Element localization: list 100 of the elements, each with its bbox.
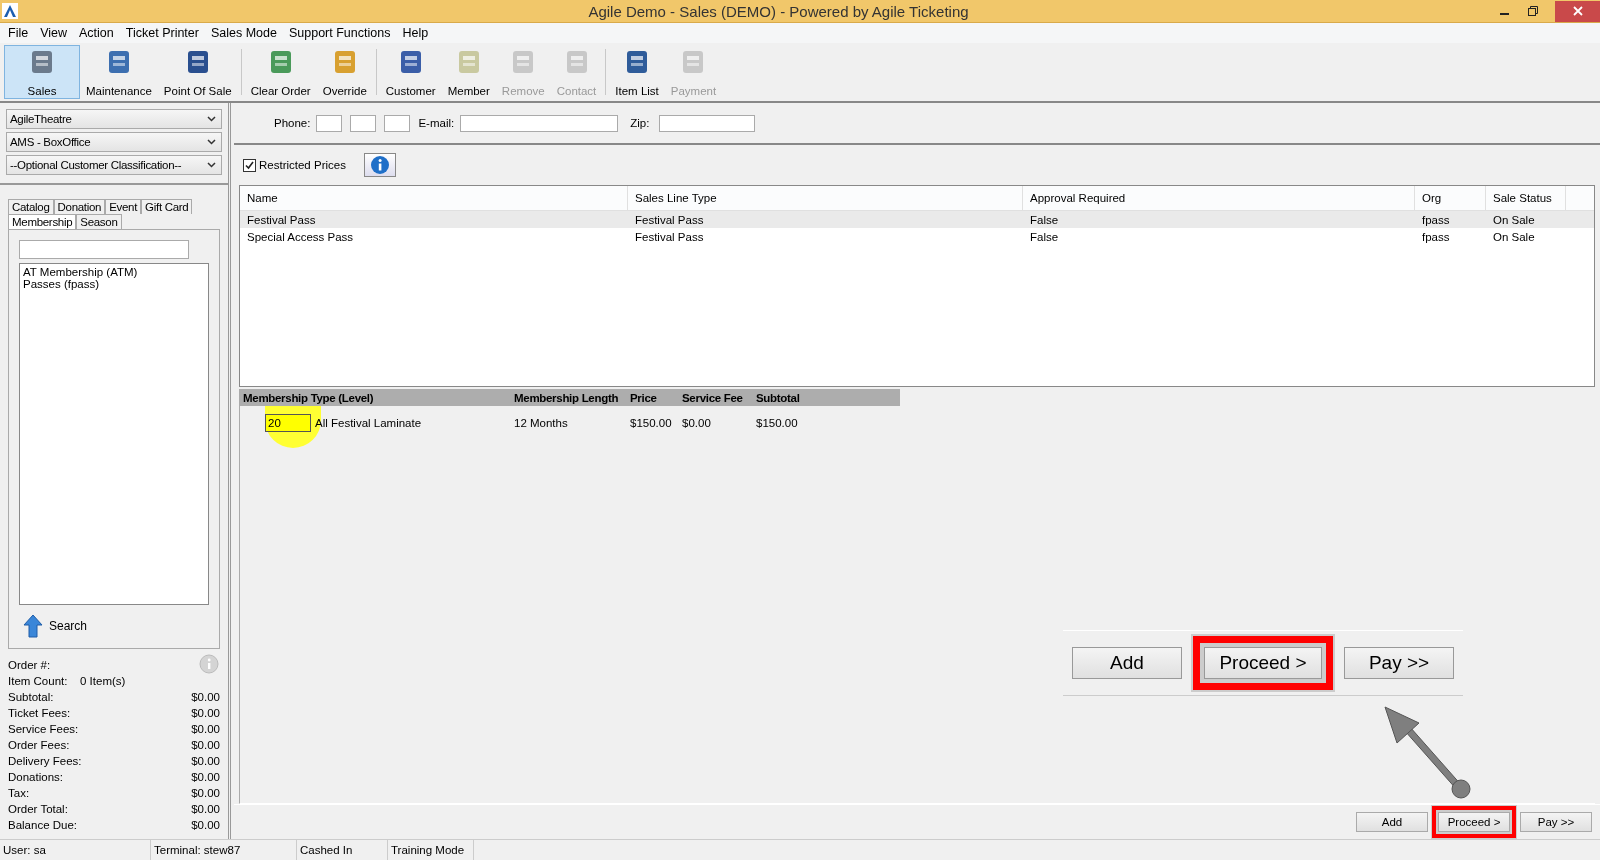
table-cell-text: Festival Pass	[246, 213, 317, 226]
summary-value: $0.00	[191, 803, 220, 815]
phone-field[interactable]	[350, 114, 377, 132]
info-button[interactable]	[363, 153, 396, 177]
chevron-down-icon	[207, 162, 216, 168]
column-header: Price	[630, 391, 658, 404]
zip-field[interactable]	[659, 114, 756, 132]
menu-item[interactable]: Action	[73, 26, 120, 40]
summary-value: $0.00	[191, 723, 220, 735]
table-cell-text: False	[1029, 213, 1060, 226]
table-cell-text: fpass	[1421, 213, 1451, 226]
window-title: Agile Demo - Sales (DEMO) - Powered by Agile Ticketing	[587, 2, 969, 20]
restricted-prices-checkbox[interactable]: Restricted Prices	[243, 158, 346, 172]
summary-value: $0.00	[191, 755, 220, 767]
column-header[interactable]: Org	[1415, 186, 1486, 210]
toolbar-button[interactable]: Sales	[4, 45, 80, 99]
action-button[interactable]: Add	[1356, 812, 1428, 832]
tab[interactable]: Catalog	[8, 199, 54, 214]
table-row[interactable]: Festival Pass Festival Pass False fpass On Sale	[240, 211, 1594, 228]
table-cell-text: $150.00	[756, 417, 799, 429]
table-cell-text: Festival Pass	[634, 213, 705, 226]
up-arrow-icon	[23, 614, 43, 638]
toolbar-button[interactable]: Member	[441, 45, 496, 99]
close-icon	[1572, 6, 1583, 16]
column-header[interactable]: Sales Line Type	[628, 186, 1023, 210]
summary-value: $0.00	[191, 787, 220, 799]
phone-field[interactable]	[316, 114, 343, 132]
status-text: User: sa	[0, 840, 151, 860]
column-header: Service Fee	[682, 391, 744, 404]
email-field[interactable]	[460, 114, 619, 132]
column-header: Membership Type (Level)	[242, 391, 375, 404]
table-cell-text: False	[1029, 230, 1060, 243]
summary-label: Delivery Fees:	[8, 755, 82, 767]
summary-label: Order Fees:	[8, 739, 70, 751]
menu-item[interactable]: View	[34, 26, 74, 40]
list-item[interactable]: AT Membership (ATM)	[23, 266, 205, 279]
column-header: Membership Length	[514, 391, 620, 404]
table-row[interactable]: Special Access Pass Festival Pass False fpass On Sale	[240, 228, 1594, 245]
dropdown[interactable]: AMS - BoxOffice	[6, 132, 222, 152]
table-cell-text: Festival Pass	[634, 230, 705, 243]
tab[interactable]: Gift Card	[141, 199, 193, 214]
toolbar-button[interactable]: Maintenance	[80, 45, 158, 99]
dropdown[interactable]: --Optional Customer Classification--	[6, 155, 222, 175]
table-cell-text: On Sale	[1492, 213, 1536, 226]
zip-label: Zip:	[630, 117, 650, 129]
toolbar-button[interactable]: Customer	[379, 45, 442, 99]
menu-item[interactable]: Sales Mode	[204, 26, 283, 40]
menu-item[interactable]: Support Functions	[282, 26, 397, 40]
restore-icon[interactable]	[1527, 5, 1539, 17]
summary-label: Subtotal:	[8, 691, 54, 703]
toolbar-button[interactable]: Item List	[609, 45, 665, 99]
item-list[interactable]: AT Membership (ATM) Passes (fpass)	[19, 263, 209, 605]
tab[interactable]: Season	[76, 214, 122, 229]
item-count-label: Item Count:	[8, 675, 69, 687]
summary-value: $0.00	[191, 771, 220, 783]
column-header[interactable]: Name	[240, 186, 628, 210]
summary-value: $0.00	[191, 707, 220, 719]
phone-field[interactable]	[384, 114, 411, 132]
action-button[interactable]: Pay >>	[1520, 812, 1592, 832]
status-text: Terminal: stew87	[151, 840, 297, 860]
phone-label: Phone:	[274, 117, 311, 129]
menu-item[interactable]: File	[2, 26, 35, 40]
order-number-label: Order #:	[8, 659, 51, 671]
menu-item[interactable]: Ticket Printer	[119, 26, 205, 40]
quantity-field[interactable]: 20	[265, 414, 311, 432]
dropdown[interactable]: AgileTheatre	[6, 109, 222, 129]
item-count: 0 Item(s)	[80, 675, 126, 687]
table-cell-text: 12 Months	[514, 417, 569, 429]
tab[interactable]: Event	[105, 199, 142, 214]
toolbar-button[interactable]: Clear Order	[244, 45, 317, 99]
callout-button[interactable]: Add	[1072, 647, 1182, 679]
summary-label: Ticket Fees:	[8, 707, 71, 719]
email-label: E-mail:	[418, 117, 455, 129]
close-button[interactable]	[1555, 0, 1600, 22]
table-cell-text: $150.00	[630, 417, 673, 429]
search-field[interactable]	[19, 240, 189, 260]
column-header[interactable]: Sale Status	[1486, 186, 1566, 210]
status-text: Training Mode	[388, 840, 474, 860]
list-item[interactable]: Passes (fpass)	[23, 278, 205, 291]
summary-label: Order Total:	[8, 803, 68, 815]
summary-label: Balance Due:	[8, 819, 78, 831]
summary-value: $0.00	[191, 819, 220, 831]
summary-value: $0.00	[191, 691, 220, 703]
toolbar-button[interactable]: Override	[316, 45, 373, 99]
info-icon[interactable]	[198, 654, 220, 676]
chevron-down-icon	[207, 116, 216, 122]
table-cell-text: Special Access Pass	[246, 230, 355, 243]
tab[interactable]: Donation	[53, 199, 106, 214]
checkmark-icon	[244, 159, 255, 171]
status-text: Cashed In	[297, 840, 388, 860]
chevron-down-icon	[207, 139, 216, 145]
tab[interactable]: Membership	[8, 214, 77, 229]
callout-button[interactable]: Pay >>	[1344, 647, 1454, 679]
toolbar-button[interactable]: Point Of Sale	[157, 45, 238, 99]
summary-value: $0.00	[191, 739, 220, 751]
summary-label: Tax:	[8, 787, 30, 799]
menu-item[interactable]: Help	[396, 26, 435, 40]
column-header[interactable]: Approval Required	[1023, 186, 1415, 210]
search-button[interactable]: Search	[23, 614, 209, 638]
table-cell-text: $0.00	[682, 417, 712, 429]
